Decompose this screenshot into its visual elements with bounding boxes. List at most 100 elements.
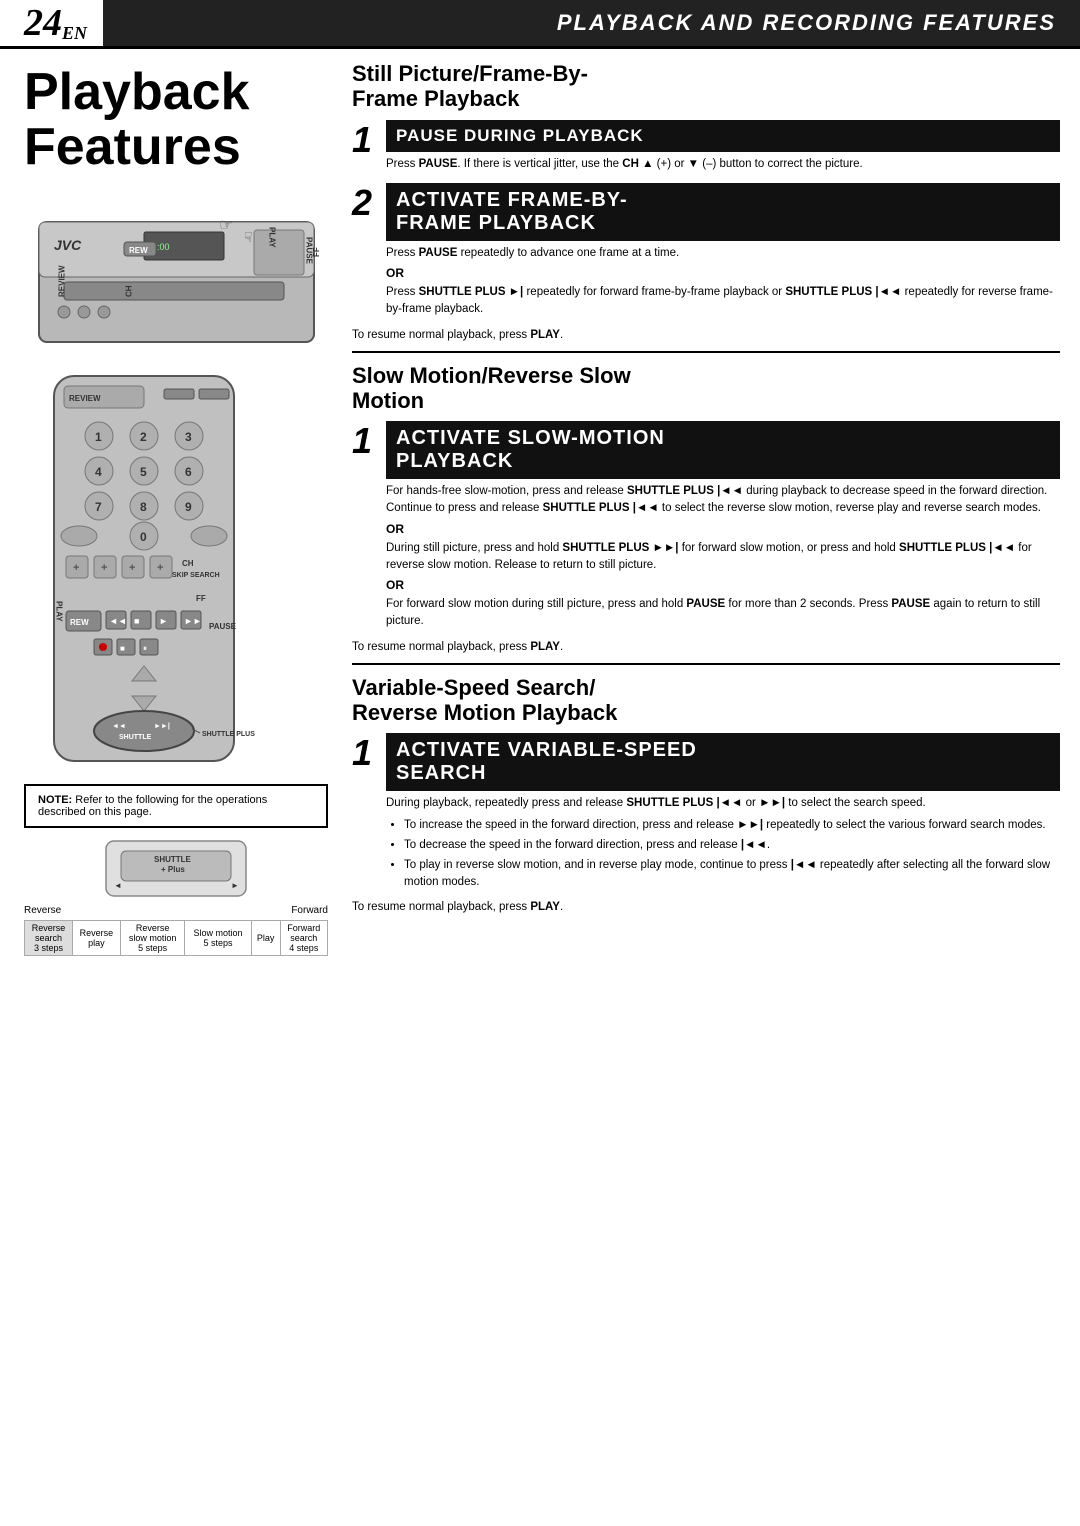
or-divider-2: OR [386,522,1060,536]
page-en-text: EN [62,24,87,42]
variable-step-number-1: 1 [352,733,386,894]
svg-text:SHUTTLE: SHUTTLE [154,855,192,864]
shuttle-table: Reversesearch3 steps Reverseplay Reverse… [24,920,328,956]
svg-text:◄◄: ◄◄ [109,616,127,626]
shuttle-col-play: Play [251,921,280,956]
bullet-3: To play in reverse slow motion, and in r… [404,857,1060,892]
bullet-1: To increase the speed in the forward dir… [404,817,1060,834]
svg-text:SHUTTLE: SHUTTLE [119,734,152,741]
variable-speed-text1: During playback, repeatedly press and re… [386,795,1060,812]
svg-text:+ Plus: + Plus [161,865,185,874]
vcr-svg: JVC 12:00 FF PLAY PAUSE REW [34,192,324,352]
slow-motion-heading: Slow Motion/Reverse SlowMotion [352,363,1060,414]
svg-text:REVIEW: REVIEW [58,265,67,297]
shuttle-direction-row: Reverse Forward [24,905,328,916]
svg-text:SHUTTLE PLUS: SHUTTLE PLUS [202,731,255,738]
svg-text:☞: ☞ [219,217,233,234]
page-heading: PlaybackFeatures [24,65,328,174]
svg-text:■: ■ [120,644,125,653]
vcr-device-illustration: JVC 12:00 FF PLAY PAUSE REW [34,192,328,355]
or-divider-1: OR [386,266,1060,280]
shuttle-right-label: Forward [291,905,328,916]
still-picture-section: Still Picture/Frame-By-Frame Playback 1 … [352,61,1060,341]
right-column: Still Picture/Frame-By-Frame Playback 1 … [340,49,1080,980]
slow-motion-section: Slow Motion/Reverse SlowMotion 1 ACTIVAT… [352,363,1060,653]
svg-text:►►: ►► [184,616,202,626]
shuttle-left-label: Reverse [24,905,61,916]
pause-playback-text: Press PAUSE. If there is vertical jitter… [386,156,1060,173]
svg-text:■: ■ [134,616,139,626]
svg-text:PLAY: PLAY [268,227,277,248]
variable-resume-text: To resume normal playback, press PLAY. [352,901,1060,913]
shuttle-col-reverse-search: Reversesearch3 steps [25,921,73,956]
shuttle-col-reverse-play: Reverseplay [72,921,120,956]
svg-text:◄◄: ◄◄ [112,723,126,730]
slow-resume-text: To resume normal playback, press PLAY. [352,641,1060,653]
note-text: Refer to the following for the operation… [38,794,267,818]
variable-speed-title: ACTIVATE VARIABLE-SPEEDSEARCH [396,739,1050,785]
or-divider-3: OR [386,578,1060,592]
note-prefix: NOTE: [38,794,72,806]
slow-step-1-content: ACTIVATE SLOW-MOTIONPLAYBACK For hands-f… [386,421,1060,635]
svg-text:2: 2 [140,430,147,444]
remote-control-illustration: REVIEW 1 2 3 4 5 6 [24,371,328,774]
svg-text:0: 0 [140,530,147,544]
svg-text:FF: FF [196,594,206,603]
still-picture-heading: Still Picture/Frame-By-Frame Playback [352,61,1060,112]
svg-text:3: 3 [185,430,192,444]
slow-motion-title: ACTIVATE SLOW-MOTIONPLAYBACK [396,427,1050,473]
step-number-1: 1 [352,120,386,177]
svg-text:►: ► [159,616,168,626]
header-title-text: PLAYBACK AND RECORDING FEATURES [557,10,1056,36]
svg-text:+: + [157,562,163,574]
svg-text:CH: CH [125,285,134,297]
svg-text:►: ► [231,881,239,890]
svg-text:+: + [129,562,135,574]
header-title: PLAYBACK AND RECORDING FEATURES [103,0,1080,46]
svg-text:PLAY: PLAY [55,601,64,622]
step-1-content: PAUSE DURING PLAYBACK Press PAUSE. If th… [386,120,1060,177]
frame-by-frame-text2: Press SHUTTLE PLUS ►| repeatedly for for… [386,284,1060,319]
variable-speed-header: ACTIVATE VARIABLE-SPEEDSEARCH [386,733,1060,791]
frame-by-frame-text1: Press PAUSE repeatedly to advance one fr… [386,245,1060,262]
svg-text:REW: REW [70,618,89,627]
svg-text:REW: REW [129,246,148,255]
frame-by-frame-title: ACTIVATE FRAME-BY-FRAME PLAYBACK [396,189,1050,235]
main-content: PlaybackFeatures JVC 12:00 [0,49,1080,980]
variable-speed-heading: Variable-Speed Search/Reverse Motion Pla… [352,675,1060,726]
variable-speed-bullets: To increase the speed in the forward dir… [386,817,1060,892]
left-column: PlaybackFeatures JVC 12:00 [0,49,340,980]
svg-text:PAUSE: PAUSE [305,237,314,265]
variable-step-1: 1 ACTIVATE VARIABLE-SPEEDSEARCH During p… [352,733,1060,894]
slow-step-number-1: 1 [352,421,386,635]
variable-speed-section: Variable-Speed Search/Reverse Motion Pla… [352,675,1060,913]
shuttle-diagram: SHUTTLE + Plus ◄ ► Reverse Forward Rever… [24,836,328,956]
still-resume-text: To resume normal playback, press PLAY. [352,329,1060,341]
svg-text:7: 7 [95,500,102,514]
page-num-text: 24 [24,4,62,42]
svg-text:5: 5 [140,465,147,479]
shuttle-col-reverse-slow: Reverseslow motion5 steps [120,921,185,956]
svg-text:+: + [73,562,79,574]
svg-text:SKIP SEARCH: SKIP SEARCH [172,572,220,579]
slow-motion-text3: For forward slow motion during still pic… [386,596,1060,631]
slow-step-1: 1 ACTIVATE SLOW-MOTIONPLAYBACK For hands… [352,421,1060,635]
step-2-content: ACTIVATE FRAME-BY-FRAME PLAYBACK Press P… [386,183,1060,323]
section-divider-1 [352,351,1060,353]
page-number: 24EN [0,0,103,46]
svg-text:6: 6 [185,465,192,479]
svg-text:+: + [101,562,107,574]
frame-by-frame-header: ACTIVATE FRAME-BY-FRAME PLAYBACK [386,183,1060,241]
svg-text:◄: ◄ [114,881,122,890]
svg-text:REVIEW: REVIEW [69,394,101,403]
slow-motion-text1: For hands-free slow-motion, press and re… [386,483,1060,518]
svg-text:CH: CH [182,559,194,568]
svg-text:9: 9 [185,500,192,514]
section-divider-2 [352,663,1060,665]
pause-playback-title: PAUSE DURING PLAYBACK [396,126,1050,146]
variable-step-1-content: ACTIVATE VARIABLE-SPEEDSEARCH During pla… [386,733,1060,894]
svg-text:8: 8 [140,500,147,514]
shuttle-diagram-svg: SHUTTLE + Plus ◄ ► [96,836,256,901]
svg-text:☟: ☟ [244,229,253,245]
svg-text:JVC: JVC [54,237,82,253]
